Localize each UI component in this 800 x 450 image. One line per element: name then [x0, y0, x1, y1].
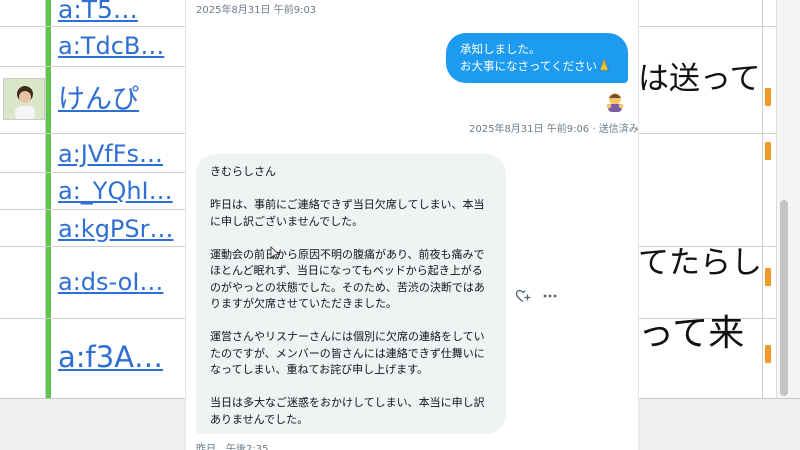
sent-message-bubble[interactable]: 承知しました。 お大事になさってください🙏: [446, 33, 628, 83]
row-divider: [638, 26, 776, 27]
heart-plus-icon[interactable]: [515, 288, 531, 304]
link-cell[interactable]: a:kgPSr…: [58, 217, 174, 241]
message-timestamp: 昨日、午後2:35: [196, 444, 269, 450]
link-cell[interactable]: a:T5…: [58, 0, 138, 22]
message-line: 承知しました。: [460, 42, 541, 56]
link-cell[interactable]: a:f3A…: [58, 343, 163, 372]
link-cell[interactable]: a:JVfFs…: [58, 142, 163, 166]
link-cell[interactable]: a:TdcB…: [58, 34, 164, 58]
more-horizontal-icon[interactable]: [542, 288, 558, 304]
column-divider: [762, 0, 763, 398]
row-divider: [0, 172, 186, 173]
warning-marker: [765, 88, 771, 106]
scrollbar-thumb[interactable]: [780, 200, 788, 396]
row-divider: [0, 26, 186, 27]
row-divider: [0, 246, 186, 247]
warning-marker: [765, 345, 771, 363]
cell-text: は送って: [638, 61, 761, 97]
bowing-person-emoji-icon[interactable]: [604, 91, 626, 113]
message-paragraph: 運動会の前日から原因不明の腹痛があり、前夜も痛みでほとんど眠れず、当日になっても…: [210, 247, 485, 311]
column-divider: [45, 0, 46, 398]
link-cell[interactable]: けんぴ: [58, 86, 139, 113]
warning-marker: [765, 142, 771, 160]
received-message-bubble[interactable]: きむらしさん 昨日は、事前にご連絡できず当日欠席してしまい、本当に申し訳ございま…: [196, 154, 506, 434]
message-paragraph: きむらしさん: [210, 165, 276, 178]
row-divider: [0, 318, 186, 319]
row-divider: [0, 66, 186, 67]
chat-conversation-panel: 2025年8月31日 午前9:03 承知しました。 お大事になさってください🙏 …: [186, 0, 638, 450]
row-divider: [638, 133, 776, 134]
message-paragraph: 当日は多大なご迷惑をおかけしてしまい、本当に申し訳ありませんでした。: [210, 396, 485, 426]
mouse-cursor-icon: [270, 246, 280, 260]
row-divider: [0, 209, 186, 210]
cell-text: って来: [638, 313, 745, 354]
warning-marker: [765, 268, 771, 286]
message-paragraph: 運営さんやリスナーさんには個別に欠席の連絡をしていたのですが、メンバーの皆さんに…: [210, 330, 485, 376]
avatar: [3, 78, 45, 120]
row-header-column: [0, 0, 46, 398]
link-cell[interactable]: a:ds-oI…: [58, 270, 163, 294]
status-color-bar: [46, 0, 51, 398]
message-timestamp: 2025年8月31日 午前9:03: [196, 5, 317, 16]
message-paragraph: 昨日は、事前にご連絡できず当日欠席してしまい、本当に申し訳ございませんでした。: [210, 198, 485, 228]
link-cell[interactable]: a:_YQhI…: [58, 179, 173, 203]
message-line: お大事になさってください🙏: [460, 59, 612, 73]
message-status: 2025年8月31日 午前9:06 · 送信済み: [469, 124, 638, 135]
cell-text: てたらし: [638, 245, 762, 281]
row-divider: [0, 133, 186, 134]
